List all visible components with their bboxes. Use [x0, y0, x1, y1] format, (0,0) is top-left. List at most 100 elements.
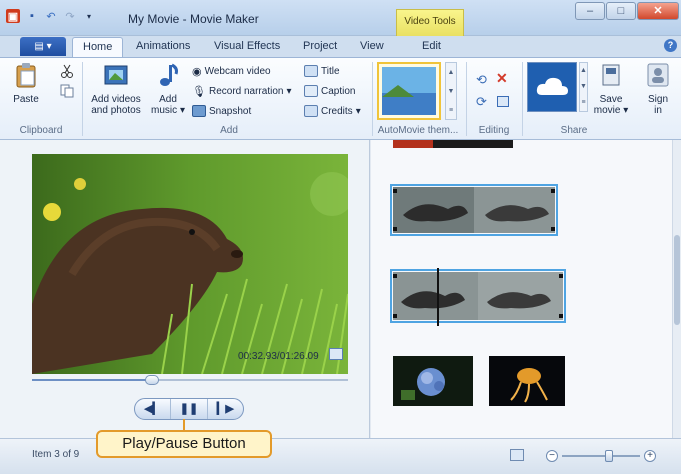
- snapshot-icon: [192, 105, 206, 117]
- playback-controls: ◀▎ ❚❚ ▎▶: [134, 398, 244, 420]
- zoom-out-button[interactable]: −: [546, 450, 558, 462]
- add-music-label-line1: Add: [159, 94, 177, 105]
- storyboard-clip[interactable]: [393, 140, 513, 148]
- remove-icon[interactable]: ✕: [496, 70, 508, 87]
- skydrive-share-button[interactable]: [527, 62, 577, 112]
- editing-group-label: Editing: [478, 125, 510, 136]
- sign-in-label-line2: in: [654, 105, 662, 116]
- zoom-thumb[interactable]: [604, 450, 613, 462]
- rotate-right-icon[interactable]: ⟳: [476, 94, 487, 110]
- chevron-down-icon: ▾: [286, 86, 292, 97]
- maximize-button[interactable]: □: [606, 2, 636, 20]
- quick-access-toolbar: ▣ ▪ ↶ ↷ ▾: [6, 9, 96, 23]
- group-divider: [466, 62, 467, 136]
- storyboard-clip-fish[interactable]: [390, 184, 558, 236]
- landscape-thumbnail-icon: [382, 67, 436, 115]
- chevron-down-icon: ▾: [179, 105, 185, 116]
- video-tools-tab-group: Video Tools: [396, 9, 464, 36]
- storyboard-pane: [371, 140, 681, 438]
- caption-label: Caption: [321, 85, 356, 97]
- seek-bar[interactable]: [32, 375, 348, 385]
- tab-edit[interactable]: Edit: [422, 40, 441, 52]
- automovie-group-label: AutoMovie them...: [377, 125, 459, 136]
- record-narration-label: Record narration: [208, 86, 284, 97]
- sign-in-label-line1: Sign: [647, 94, 668, 105]
- next-frame-button[interactable]: ▎▶: [208, 399, 243, 419]
- storyboard-clip-selected[interactable]: [390, 269, 566, 323]
- tab-view[interactable]: View: [360, 40, 384, 52]
- snapshot-button[interactable]: Snapshot: [192, 105, 251, 117]
- storyboard-scroll-thumb[interactable]: [674, 235, 680, 325]
- video-preview[interactable]: [32, 154, 348, 374]
- item-count: Item 3 of 9: [32, 449, 80, 460]
- microphone-icon: 🎙: [192, 86, 206, 98]
- preview-frame-groundhog: [32, 154, 348, 374]
- zoom-slider[interactable]: − +: [546, 450, 656, 462]
- webcam-video-label: Webcam video: [204, 66, 271, 77]
- storyboard-scrollbar[interactable]: [672, 140, 681, 438]
- play-pause-button[interactable]: ❚❚: [171, 399, 208, 419]
- tab-project[interactable]: Project: [303, 40, 337, 52]
- save-movie-label-line2: movie: [593, 105, 621, 116]
- user-icon: [647, 63, 669, 87]
- add-group-label: Add: [220, 125, 238, 136]
- caption-button[interactable]: Caption: [304, 85, 355, 97]
- theme-gallery-scroll[interactable]: ▲ ▼ ≡: [445, 62, 457, 120]
- app-icon[interactable]: ▣: [6, 9, 20, 23]
- file-menu-button[interactable]: ▤ ▾: [20, 37, 66, 56]
- redo-icon[interactable]: ↷: [63, 9, 77, 23]
- chevron-down-icon: ▾: [623, 105, 629, 116]
- add-videos-label-line1: Add videos: [91, 94, 141, 105]
- storyboard-clip-jellyfish[interactable]: [489, 356, 565, 406]
- paste-label: Paste: [13, 94, 39, 105]
- save-icon[interactable]: ▪: [25, 9, 39, 23]
- paste-button[interactable]: Paste: [8, 62, 44, 105]
- fish-thumbnail: [393, 272, 563, 320]
- timecode-readout: 00:32.93/01:26.09: [238, 351, 319, 362]
- music-note-icon: [160, 63, 178, 86]
- add-music-button[interactable]: Add music ▾: [150, 62, 186, 116]
- previous-frame-button[interactable]: ◀▎: [135, 399, 172, 419]
- ribbon: Paste Clipboard Add videos and photos Ad…: [0, 57, 681, 140]
- film-photo-icon: [104, 65, 128, 85]
- share-gallery-scroll[interactable]: ▲ ▼ ≡: [579, 62, 588, 112]
- copy-icon[interactable]: [60, 84, 74, 98]
- paste-icon: [16, 63, 36, 88]
- save-movie-label-line1: Save: [599, 94, 623, 105]
- zoom-in-button[interactable]: +: [644, 450, 656, 462]
- tab-visual-effects[interactable]: Visual Effects: [214, 40, 280, 52]
- select-all-icon[interactable]: [497, 96, 509, 107]
- tab-animations[interactable]: Animations: [136, 40, 190, 52]
- credits-label: Credits: [321, 105, 353, 117]
- jellyfish-thumbnail: [489, 356, 565, 406]
- share-group-label: Share: [560, 125, 588, 136]
- seek-bar-thumb[interactable]: [145, 375, 160, 385]
- cut-icon[interactable]: [60, 64, 74, 78]
- credits-button[interactable]: Credits ▾: [304, 105, 361, 117]
- group-divider: [522, 62, 523, 136]
- close-button[interactable]: ✕: [637, 2, 679, 20]
- save-movie-button[interactable]: Save movie ▾: [592, 62, 630, 116]
- title-button[interactable]: Title: [304, 65, 340, 77]
- thumbnail-size-icon[interactable]: [510, 449, 524, 461]
- preview-pane: 00:32.93/01:26.09 ◀▎ ❚❚ ▎▶: [0, 140, 370, 438]
- help-icon[interactable]: ?: [664, 39, 677, 52]
- title-bar: ▣ ▪ ↶ ↷ ▾ My Movie - Movie Maker Video T…: [0, 0, 681, 36]
- minimize-button[interactable]: –: [575, 2, 605, 20]
- rotate-left-icon[interactable]: ⟲: [476, 72, 487, 88]
- add-videos-and-photos-button[interactable]: Add videos and photos: [88, 62, 144, 116]
- customize-dropdown-icon[interactable]: ▾: [82, 9, 96, 23]
- fullscreen-icon[interactable]: [329, 348, 343, 360]
- record-narration-button[interactable]: 🎙 Record narration ▾: [192, 85, 291, 98]
- automovie-theme-thumbnail[interactable]: [377, 62, 441, 120]
- tab-home[interactable]: Home: [72, 37, 124, 57]
- storyboard-clip-flower[interactable]: [393, 356, 473, 406]
- playhead-marker[interactable]: [437, 268, 439, 326]
- window-controls: – □ ✕: [575, 2, 679, 20]
- fish-thumbnail: [393, 187, 555, 233]
- undo-icon[interactable]: ↶: [44, 9, 58, 23]
- window-title: My Movie - Movie Maker: [128, 12, 259, 26]
- webcam-video-button[interactable]: ◉ Webcam video: [192, 65, 271, 78]
- ribbon-tab-row: ▤ ▾ Home Animations Visual Effects Proje…: [0, 36, 681, 57]
- sign-in-button[interactable]: Sign in: [640, 62, 676, 116]
